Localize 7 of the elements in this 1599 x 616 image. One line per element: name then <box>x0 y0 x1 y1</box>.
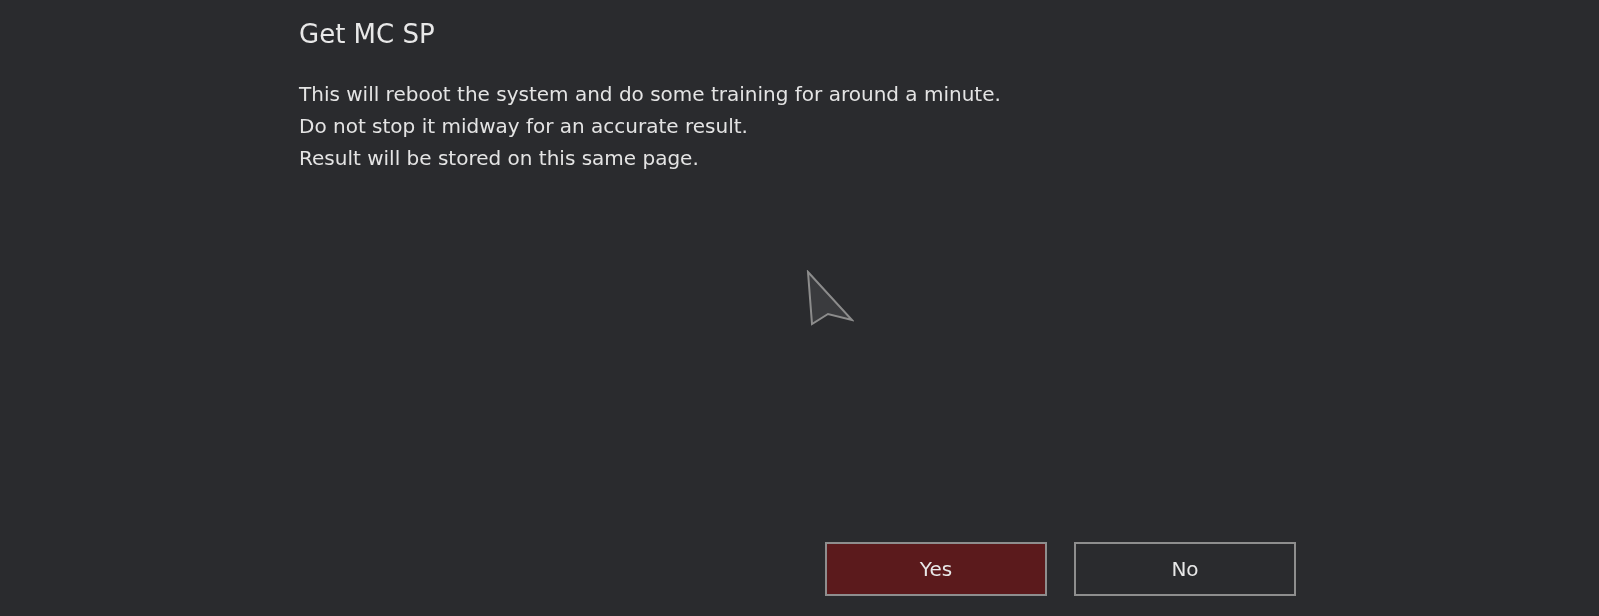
message-line: Do not stop it midway for an accurate result. <box>299 113 749 140</box>
message-line: This will reboot the system and do some training for around a minute. <box>299 81 1002 108</box>
message-line: Result will be stored on this same page. <box>299 145 700 172</box>
dialog-title: Get MC SP <box>299 18 436 51</box>
dialog-button[interactable]: No <box>1074 542 1296 596</box>
cursor-icon <box>806 270 854 326</box>
dialog-button[interactable]: Yes <box>825 542 1047 596</box>
